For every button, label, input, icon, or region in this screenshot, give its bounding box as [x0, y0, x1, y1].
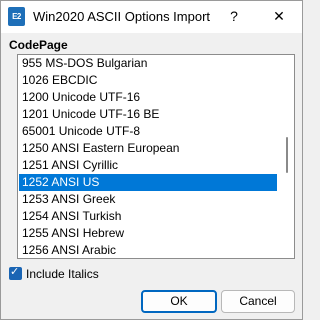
- codepage-listbox[interactable]: 955 MS-DOS Bulgarian 1026 EBCDIC 1200 Unic…: [17, 54, 295, 259]
- checkmark-icon: ✓: [10, 266, 20, 278]
- codepage-list-item[interactable]: 1250 ANSI Eastern European: [19, 140, 277, 157]
- import-options-dialog: E2 Win2020 ASCII Options Import ? ✕ Code…: [0, 0, 303, 320]
- codepage-list-item[interactable]: 1256 ANSI Arabic: [19, 242, 277, 258]
- codepage-list-item[interactable]: 1255 ANSI Hebrew: [19, 225, 277, 242]
- codepage-list-item[interactable]: 955 MS-DOS Bulgarian: [19, 55, 277, 72]
- codepage-list-item[interactable]: 1200 Unicode UTF-16: [19, 89, 277, 106]
- codepage-list-item[interactable]: 1252 ANSI US: [19, 174, 277, 191]
- codepage-list: 955 MS-DOS Bulgarian 1026 EBCDIC 1200 Unic…: [19, 55, 277, 258]
- include-italics-checkbox[interactable]: ✓: [9, 266, 22, 280]
- vertical-scrollbar[interactable]: [280, 55, 294, 258]
- codepage-group-label: CodePage: [9, 38, 68, 52]
- codepage-list-item[interactable]: 1251 ANSI Cyrillic: [19, 157, 277, 174]
- scroll-thumb[interactable]: [286, 137, 288, 173]
- title-bar[interactable]: E2 Win2020 ASCII Options Import ? ✕: [1, 1, 302, 33]
- include-italics-label[interactable]: Include Italics: [26, 267, 99, 281]
- window-title: Win2020 ASCII Options Import: [33, 9, 211, 24]
- close-button[interactable]: ✕: [267, 4, 291, 28]
- app-icon: E2: [8, 7, 25, 26]
- cancel-button[interactable]: Cancel: [221, 290, 295, 313]
- codepage-list-item[interactable]: 1254 ANSI Turkish: [19, 208, 277, 225]
- codepage-list-item[interactable]: 1201 Unicode UTF-16 BE: [19, 106, 277, 123]
- codepage-list-item[interactable]: 65001 Unicode UTF-8: [19, 123, 277, 140]
- codepage-list-item[interactable]: 1026 EBCDIC: [19, 72, 277, 89]
- codepage-list-item[interactable]: 1253 ANSI Greek: [19, 191, 277, 208]
- ok-button[interactable]: OK: [141, 290, 217, 313]
- help-button[interactable]: ?: [222, 4, 246, 28]
